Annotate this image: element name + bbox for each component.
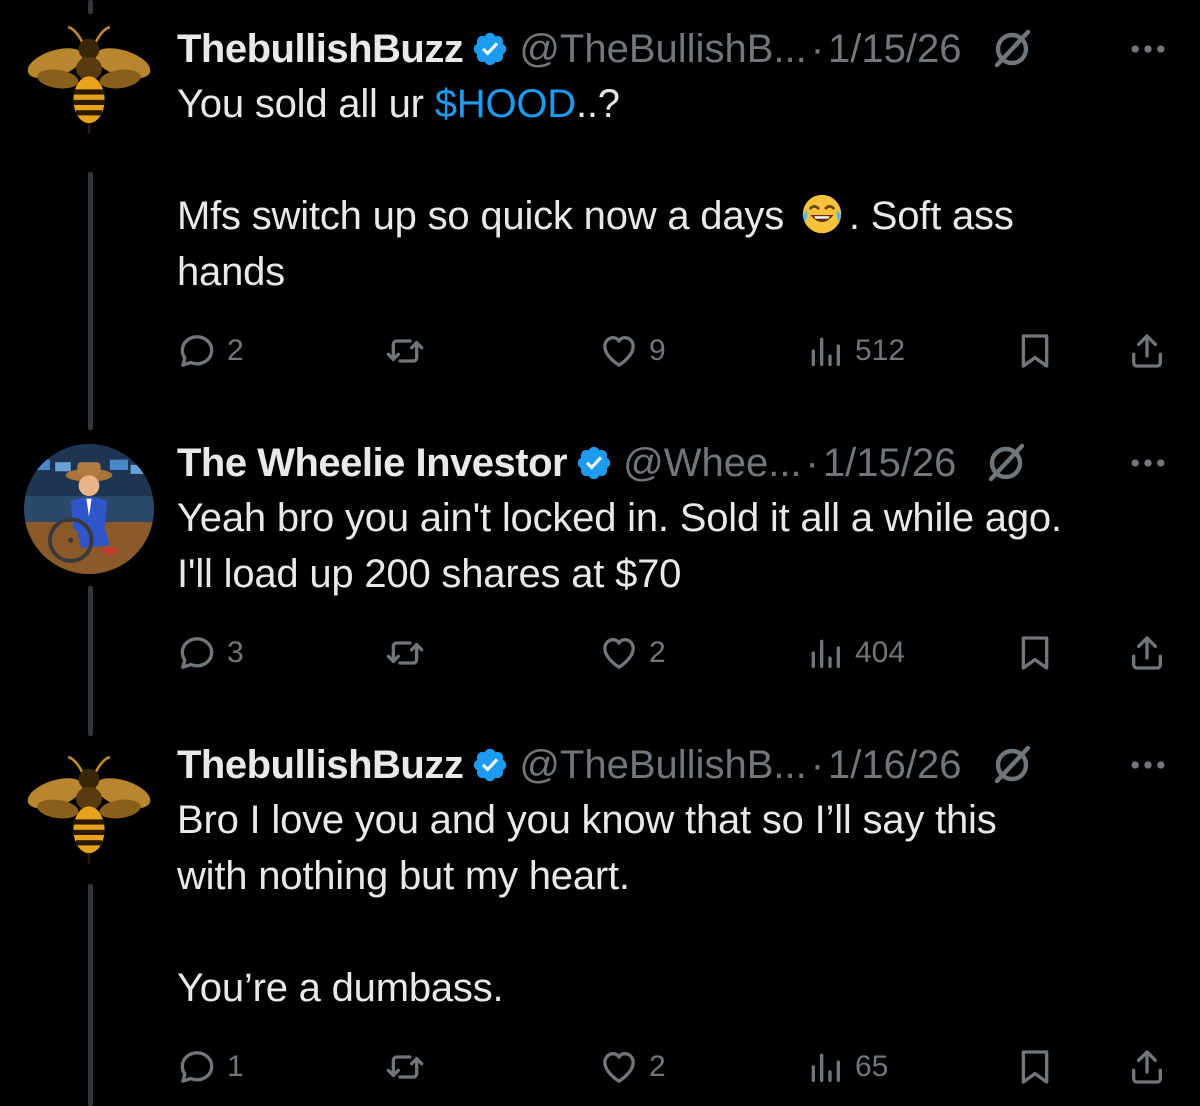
retweet-button[interactable] [385, 1042, 435, 1092]
tweet[interactable]: The Wheelie Investor @Whee... · 1/15/26 … [0, 430, 1200, 740]
like-button[interactable]: 9 [599, 326, 666, 376]
tweet-actions: 1 2 65 [177, 1042, 1172, 1092]
separator-dot: · [810, 27, 825, 71]
share-button[interactable] [1127, 628, 1167, 678]
views-count: 512 [855, 334, 906, 367]
conversation-thread: ThebullishBuzz @TheBullishB... · 1/15/26… [0, 0, 1200, 1106]
tweet[interactable]: ThebullishBuzz @TheBullishB... · 1/16/26… [0, 740, 1200, 1106]
tweet-text: You sold all ur $HOOD..? Mfs switch up s… [177, 76, 1170, 300]
bookmark-button[interactable] [1015, 1042, 1055, 1092]
wheelie-investor-avatar[interactable] [24, 444, 154, 574]
views-button[interactable]: 404 [805, 628, 905, 678]
retweet-icon [385, 331, 425, 371]
like-count: 2 [649, 1050, 666, 1083]
verified-badge-icon[interactable] [575, 444, 613, 482]
tweet-text-part: You sold all ur [177, 82, 435, 126]
display-name[interactable]: The Wheelie Investor [177, 438, 568, 488]
share-icon [1127, 633, 1167, 673]
separator-dot: · [805, 441, 819, 485]
more-options-icon[interactable] [1126, 740, 1170, 790]
reply-icon [177, 1047, 217, 1087]
reply-icon [177, 633, 217, 673]
user-handle[interactable]: @TheBullishB... [519, 740, 806, 790]
reply-count: 3 [227, 636, 244, 669]
verified-badge-icon[interactable] [471, 746, 509, 784]
face-with-tears-of-joy-emoji-icon [799, 191, 845, 237]
user-handle[interactable]: @TheBullishB... [519, 24, 806, 74]
reply-button[interactable]: 2 [177, 326, 244, 376]
like-button[interactable]: 2 [599, 1042, 666, 1092]
tweet-text: Yeah bro you ain't locked in. Sold it al… [177, 496, 1062, 596]
reply-count: 1 [227, 1050, 244, 1083]
heart-icon [599, 633, 639, 673]
retweet-icon [385, 633, 425, 673]
heart-icon [599, 331, 639, 371]
display-name[interactable]: ThebullishBuzz [177, 24, 464, 74]
grok-icon[interactable] [982, 439, 1030, 487]
tweet-date[interactable]: 1/15/26 [823, 438, 956, 488]
verified-badge-icon[interactable] [471, 30, 509, 68]
more-options-icon[interactable] [1126, 438, 1170, 488]
share-button[interactable] [1127, 326, 1167, 376]
user-handle[interactable]: @Whee... [623, 438, 801, 488]
cashtag-link[interactable]: $HOOD [435, 82, 576, 126]
tweet-actions: 2 9 512 [177, 326, 1172, 376]
reply-icon [177, 331, 217, 371]
views-button[interactable]: 512 [805, 326, 905, 376]
views-chart-icon [805, 331, 845, 371]
reply-button[interactable]: 3 [177, 628, 244, 678]
tweet-header: ThebullishBuzz @TheBullishB... · 1/16/26 [177, 740, 1170, 790]
share-icon [1127, 331, 1167, 371]
reply-count: 2 [227, 334, 244, 367]
views-count: 65 [855, 1050, 889, 1083]
retweet-icon [385, 1047, 425, 1087]
tweet-text: Bro I love you and you know that so I’ll… [177, 798, 997, 1010]
bookmark-button[interactable] [1015, 326, 1055, 376]
like-count: 9 [649, 334, 666, 367]
heart-icon [599, 1047, 639, 1087]
share-icon [1127, 1047, 1167, 1087]
grok-icon[interactable] [988, 25, 1036, 73]
bookmark-button[interactable] [1015, 628, 1055, 678]
views-chart-icon [805, 633, 845, 673]
bee-avatar[interactable] [24, 744, 154, 874]
retweet-button[interactable] [385, 326, 435, 376]
tweet-header: ThebullishBuzz @TheBullishB... · 1/15/26 [177, 24, 1170, 74]
like-button[interactable]: 2 [599, 628, 666, 678]
views-chart-icon [805, 1047, 845, 1087]
bookmark-icon [1015, 331, 1055, 371]
like-count: 2 [649, 636, 666, 669]
tweet[interactable]: ThebullishBuzz @TheBullishB... · 1/15/26… [0, 0, 1200, 430]
bee-avatar[interactable] [24, 14, 154, 144]
tweet-date[interactable]: 1/16/26 [828, 740, 961, 790]
share-button[interactable] [1127, 1042, 1167, 1092]
separator-dot: · [810, 743, 825, 787]
views-count: 404 [855, 636, 906, 669]
tweet-header: The Wheelie Investor @Whee... · 1/15/26 [177, 438, 1170, 488]
grok-icon[interactable] [988, 741, 1036, 789]
bookmark-icon [1015, 633, 1055, 673]
reply-button[interactable]: 1 [177, 1042, 244, 1092]
tweet-actions: 3 2 404 [177, 628, 1172, 678]
views-button[interactable]: 65 [805, 1042, 888, 1092]
more-options-icon[interactable] [1126, 24, 1170, 74]
bookmark-icon [1015, 1047, 1055, 1087]
display-name[interactable]: ThebullishBuzz [177, 740, 464, 790]
retweet-button[interactable] [385, 628, 435, 678]
tweet-date[interactable]: 1/15/26 [828, 24, 961, 74]
